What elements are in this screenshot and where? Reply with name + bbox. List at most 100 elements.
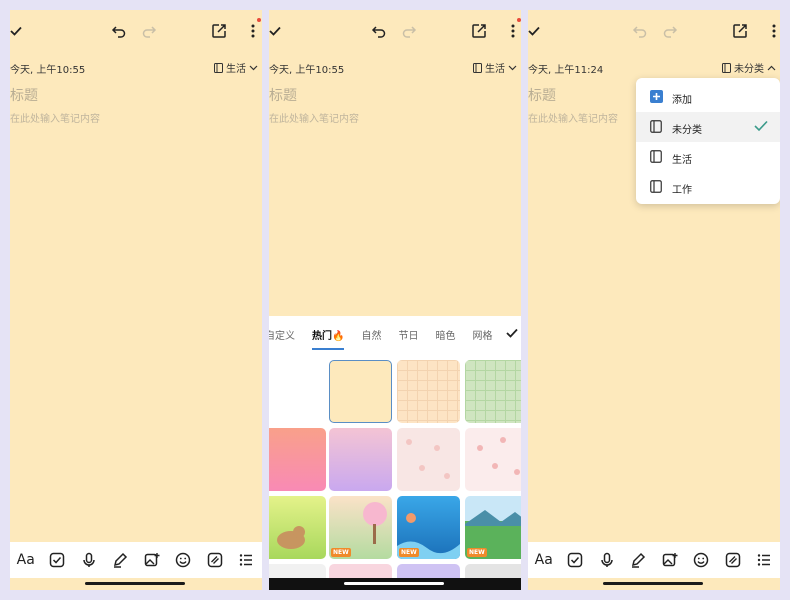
category-selector[interactable]: 生活 xyxy=(214,60,258,75)
theme-tile-yellow[interactable] xyxy=(329,360,392,423)
theme-tabs: 自定义 热门🔥 自然 节日 暗色 网格 xyxy=(269,316,521,352)
list-icon[interactable] xyxy=(231,548,263,572)
notebook-icon xyxy=(473,62,482,73)
theme-tile-meadow[interactable]: NEW xyxy=(465,496,521,559)
undo-icon[interactable] xyxy=(109,21,129,41)
notebook-icon xyxy=(650,180,662,193)
body-input[interactable]: 在此处输入笔记内容 xyxy=(269,110,359,125)
category-dropdown: 添加 未分类 生活 工作 xyxy=(636,78,780,204)
checkbox-icon[interactable] xyxy=(42,548,74,572)
new-badge: NEW xyxy=(331,548,351,557)
pen-icon[interactable] xyxy=(623,548,655,572)
note-editor-panel-1: 今天, 上午10:55 生活 标题 在此处输入笔记内容 Aa xyxy=(10,10,262,590)
home-indicator xyxy=(344,582,444,585)
confirm-check-icon[interactable] xyxy=(505,326,519,340)
note-editor-panel-2: 今天, 上午10:55 生活 标题 在此处输入笔记内容 自定义 热门🔥 自然 节… xyxy=(269,10,521,590)
image-icon[interactable] xyxy=(136,548,168,572)
checkbox-icon[interactable] xyxy=(560,548,592,572)
share-icon[interactable] xyxy=(730,21,750,41)
title-input[interactable]: 标题 xyxy=(528,85,556,105)
check-icon[interactable] xyxy=(10,21,26,41)
theme-tile-green-grid[interactable] xyxy=(465,360,521,423)
more-icon[interactable] xyxy=(764,21,780,41)
category-selector[interactable]: 未分类 xyxy=(722,60,776,75)
home-indicator xyxy=(603,582,703,585)
theme-grid: NEW NEW NEW xyxy=(269,352,521,590)
plus-icon xyxy=(650,90,663,103)
category-label: 未分类 xyxy=(734,64,764,75)
top-bar xyxy=(10,10,262,52)
tab-custom[interactable]: 自定义 xyxy=(269,327,295,342)
home-indicator xyxy=(85,582,185,585)
notebook-icon xyxy=(650,120,662,133)
note-date: 今天, 上午10:55 xyxy=(269,65,345,76)
theme-tile-pink-gradient[interactable] xyxy=(269,428,326,491)
undo-icon[interactable] xyxy=(369,21,389,41)
list-icon[interactable] xyxy=(749,548,781,572)
theme-tile-pink-floral[interactable] xyxy=(397,428,460,491)
more-icon[interactable] xyxy=(503,18,521,41)
tab-holiday[interactable]: 节日 xyxy=(398,327,418,342)
theme-icon[interactable] xyxy=(199,548,231,572)
share-icon[interactable] xyxy=(469,21,489,41)
notebook-icon xyxy=(214,62,223,73)
dropdown-item-add[interactable]: 添加 xyxy=(636,82,780,112)
note-meta: 今天, 上午11:24 未分类 xyxy=(528,60,780,76)
emoji-icon[interactable] xyxy=(686,548,718,572)
theme-tile-ocean[interactable]: NEW xyxy=(397,496,460,559)
dropdown-item-label: 添加 xyxy=(672,95,692,106)
top-bar xyxy=(528,10,780,52)
new-badge: NEW xyxy=(399,548,419,557)
chevron-down-icon xyxy=(249,65,258,70)
theme-tile-lavender-gradient[interactable] xyxy=(329,428,392,491)
body-input[interactable]: 在此处输入笔记内容 xyxy=(528,110,618,125)
top-bar xyxy=(269,10,521,52)
theme-tile-peach-grid[interactable] xyxy=(397,360,460,423)
check-icon[interactable] xyxy=(269,21,285,41)
emoji-icon[interactable] xyxy=(168,548,200,572)
dropdown-item-label: 生活 xyxy=(672,155,692,166)
floral-pattern xyxy=(406,439,450,479)
text-format-button[interactable]: Aa xyxy=(10,548,42,572)
chevron-down-icon xyxy=(508,65,517,70)
mic-icon[interactable] xyxy=(73,548,105,572)
share-icon[interactable] xyxy=(209,21,229,41)
format-toolbar: Aa xyxy=(528,542,780,578)
tab-popular[interactable]: 热门🔥 xyxy=(312,327,345,350)
selected-check-icon xyxy=(754,120,768,132)
strawberry-pattern xyxy=(477,437,520,475)
theme-tile-strawberry[interactable] xyxy=(465,428,521,491)
theme-tile-white[interactable] xyxy=(269,360,326,423)
dropdown-item-label: 工作 xyxy=(672,185,692,196)
notebook-icon xyxy=(650,150,662,163)
category-selector[interactable]: 生活 xyxy=(473,60,517,75)
tab-grid[interactable]: 网格 xyxy=(472,327,492,342)
notification-dot xyxy=(517,18,521,22)
pen-icon[interactable] xyxy=(105,548,137,572)
dropdown-item-uncategorized[interactable]: 未分类 xyxy=(636,112,780,142)
tab-dark[interactable]: 暗色 xyxy=(435,327,455,342)
dropdown-item-life[interactable]: 生活 xyxy=(636,142,780,172)
dropdown-item-work[interactable]: 工作 xyxy=(636,172,780,202)
check-icon[interactable] xyxy=(528,21,544,41)
title-input[interactable]: 标题 xyxy=(269,85,297,105)
redo-icon[interactable] xyxy=(660,21,680,41)
undo-icon[interactable] xyxy=(630,21,650,41)
note-meta: 今天, 上午10:55 生活 xyxy=(10,60,262,76)
tab-nature[interactable]: 自然 xyxy=(361,327,381,342)
more-icon[interactable] xyxy=(243,18,262,41)
chevron-up-icon xyxy=(767,65,776,70)
mic-icon[interactable] xyxy=(591,548,623,572)
text-format-button[interactable]: Aa xyxy=(528,548,560,572)
image-icon[interactable] xyxy=(654,548,686,572)
theme-tile-capybara[interactable] xyxy=(269,496,326,559)
title-input[interactable]: 标题 xyxy=(10,85,38,105)
theme-icon[interactable] xyxy=(717,548,749,572)
category-label: 生活 xyxy=(485,64,505,75)
redo-icon[interactable] xyxy=(399,21,419,41)
notification-dot xyxy=(257,18,261,22)
body-input[interactable]: 在此处输入笔记内容 xyxy=(10,110,100,125)
capybara-art xyxy=(277,526,305,549)
theme-tile-blossom[interactable]: NEW xyxy=(329,496,392,559)
redo-icon[interactable] xyxy=(139,21,159,41)
